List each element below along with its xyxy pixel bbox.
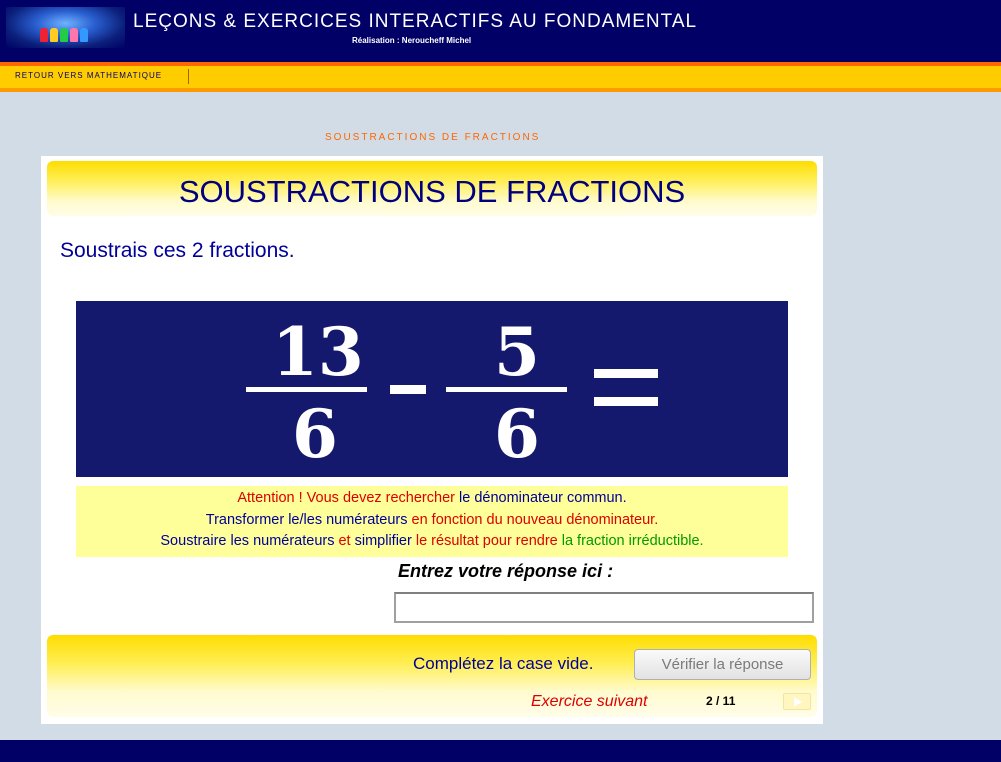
exercise-instruction: Soustrais ces 2 fractions. (60, 239, 295, 262)
hint-text: Attention ! Vous devez rechercher (237, 490, 455, 506)
fraction1-numerator: 13 (272, 313, 364, 391)
hint-text: et (334, 533, 355, 549)
site-header: LEÇONS & EXERCICES INTERACTIFS AU FONDAM… (0, 0, 1001, 62)
hint-text: Transformer le/les numérateurs (205, 512, 408, 528)
fraction1-bar (246, 387, 367, 392)
play-arrow-icon (794, 697, 802, 707)
page-breadcrumb: SOUSTRACTIONS DE FRACTIONS (325, 132, 541, 143)
logo-figure (60, 28, 68, 42)
hint-line-3: Soustraire les numérateurs et simplifier… (76, 533, 788, 549)
exercise-title: SOUSTRACTIONS DE FRACTIONS (178, 174, 686, 209)
logo-figure (70, 28, 78, 42)
fraction2-denominator: 6 (494, 395, 540, 473)
fraction-display: 13 6 5 6 (76, 301, 788, 477)
hint-text: le résultat pour rendre (411, 533, 558, 549)
site-logo[interactable] (6, 7, 125, 48)
fraction1-denominator: 6 (292, 395, 338, 473)
fraction2-numerator: 5 (494, 313, 540, 391)
exercise-panel: SOUSTRACTIONS DE FRACTIONS Soustrais ces… (41, 156, 823, 724)
logo-figure (80, 28, 88, 42)
next-arrow-button[interactable] (783, 693, 811, 710)
progress-counter: 2 / 11 (706, 694, 736, 708)
status-message: Complétez la case vide. (413, 654, 594, 673)
hint-line-2: Transformer le/les numérateurs en foncti… (76, 512, 788, 528)
answer-input[interactable] (394, 592, 814, 623)
nav-bar: RETOUR VERS MATHEMATIQUE (0, 66, 1001, 88)
page-footer-band (0, 740, 1001, 762)
equals-sign-bottom (594, 397, 658, 406)
site-subtitle: Réalisation : Neroucheff Michel (352, 36, 472, 45)
logo-figure (40, 28, 48, 42)
exercise-footer: Complétez la case vide. Vérifier la répo… (47, 635, 817, 717)
hint-text: en fonction du nouveau dénominateur. (407, 512, 659, 528)
exercise-banner: SOUSTRACTIONS DE FRACTIONS (47, 161, 817, 216)
hint-box: Attention ! Vous devez rechercher le dén… (76, 486, 788, 557)
nav-divider (0, 88, 1001, 92)
nav-separator (188, 69, 189, 84)
back-to-math-link[interactable]: RETOUR VERS MATHEMATIQUE (15, 71, 162, 80)
hint-text: simplifier (354, 533, 412, 549)
equals-sign-top (594, 369, 658, 378)
answer-label: Entrez votre réponse ici : (398, 561, 614, 581)
logo-figure (50, 28, 58, 42)
fraction2-bar (446, 387, 567, 392)
hint-text: le dénominateur commun. (454, 490, 627, 506)
hint-text: Soustraire les numérateurs (160, 533, 335, 549)
hint-line-1: Attention ! Vous devez rechercher le dén… (76, 490, 788, 506)
verify-answer-button[interactable]: Vérifier la réponse (634, 649, 811, 680)
hint-text: la fraction irréductible. (557, 533, 704, 549)
next-exercise-link[interactable]: Exercice suivant (531, 693, 648, 711)
site-title: LEÇONS & EXERCICES INTERACTIFS AU FONDAM… (133, 11, 698, 32)
minus-sign (390, 385, 426, 394)
